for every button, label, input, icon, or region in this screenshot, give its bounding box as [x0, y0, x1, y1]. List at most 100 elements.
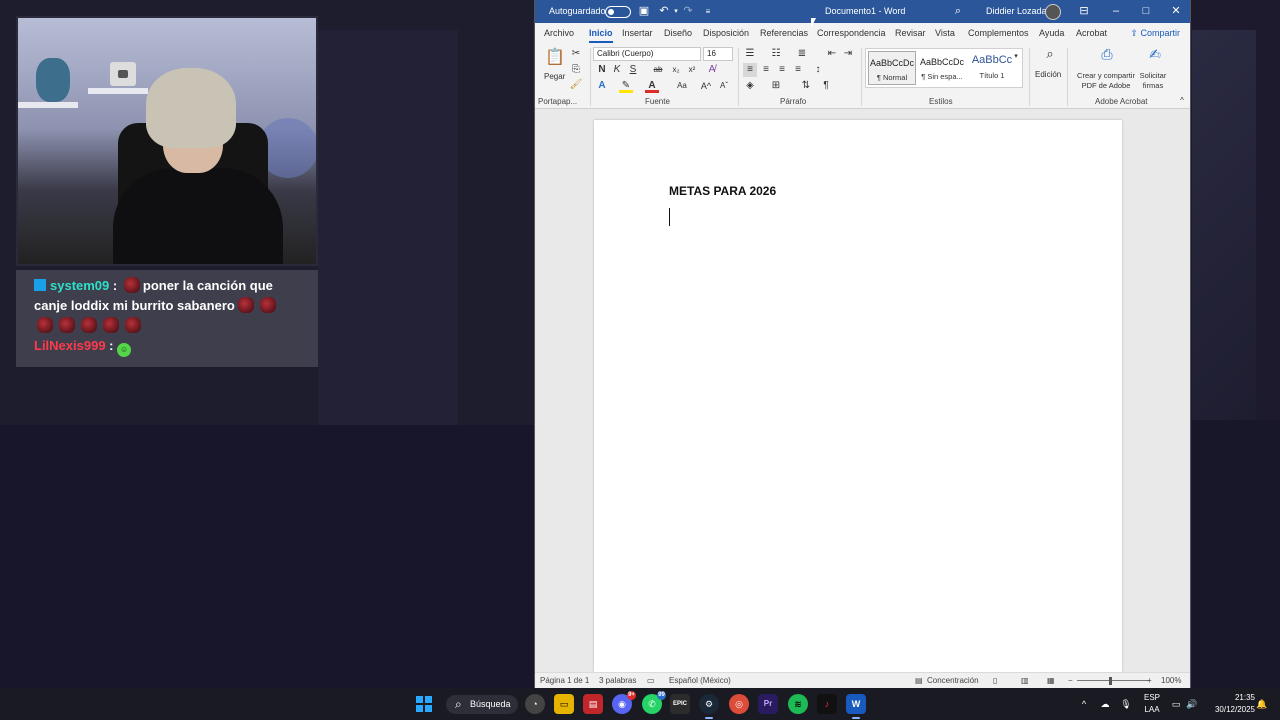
collapse-ribbon-icon[interactable]: ^	[1175, 94, 1189, 108]
focus-mode[interactable]: Concentración	[927, 673, 979, 689]
style-heading-1[interactable]: AaBbCc Título 1	[968, 51, 1016, 85]
document-heading[interactable]: METAS PARA 2026	[669, 184, 776, 198]
user-name[interactable]: Diddier Lozada	[986, 0, 1047, 23]
borders-icon[interactable]: ⊞	[769, 79, 783, 93]
minimize-icon[interactable]: –	[1107, 0, 1125, 23]
proofing-icon[interactable]: ▭	[647, 673, 655, 689]
align-left-icon[interactable]: ≡	[743, 63, 757, 77]
tiktok-icon[interactable]: ♪	[817, 694, 837, 714]
grow-font-icon[interactable]: A^	[699, 79, 713, 93]
find-icon[interactable]: ⌕	[1040, 47, 1060, 65]
shading-icon[interactable]: ◈	[743, 79, 757, 93]
volume-icon[interactable]: 🔊	[1186, 688, 1198, 720]
zoom-level[interactable]: 100%	[1161, 673, 1181, 689]
tab-correspondencia[interactable]: Correspondencia	[817, 23, 886, 44]
style-no-spacing[interactable]: AaBbCcDc ¶ Sin espa...	[918, 51, 966, 85]
bullets-icon[interactable]: ☰	[743, 47, 757, 61]
align-center-icon[interactable]: ≡	[759, 63, 773, 77]
premiere-icon[interactable]: Pr	[758, 694, 778, 714]
chrome-icon[interactable]: ◎	[729, 694, 749, 714]
ribbon-display-icon[interactable]: ⊟	[1075, 0, 1093, 23]
cut-icon[interactable]: ✂	[569, 47, 583, 61]
styles-more-icon[interactable]: ▾	[1011, 50, 1021, 64]
maximize-icon[interactable]: □	[1137, 0, 1155, 23]
increase-indent-icon[interactable]: ⇥	[841, 47, 855, 61]
tab-acrobat[interactable]: Acrobat	[1076, 23, 1107, 44]
text-effects-icon[interactable]: A	[595, 79, 609, 93]
underline-button[interactable]: S	[626, 63, 640, 77]
epic-games-icon[interactable]: EPIC	[670, 694, 690, 714]
close-icon[interactable]: ✕	[1167, 0, 1185, 23]
show-marks-icon[interactable]: ¶	[819, 79, 833, 93]
document-area[interactable]: METAS PARA 2026	[535, 110, 1190, 672]
autosave-toggle[interactable]	[605, 6, 631, 18]
user-avatar[interactable]	[1045, 4, 1061, 20]
zoom-slider-thumb[interactable]	[1109, 677, 1112, 685]
input-language[interactable]: ESP LAA	[1140, 692, 1164, 716]
chevron-up-icon[interactable]: ^	[1078, 688, 1090, 720]
tab-inicio[interactable]: Inicio	[589, 23, 613, 44]
search-icon[interactable]: ⌕	[949, 0, 967, 23]
share-button[interactable]: ⇪ Compartir	[1130, 26, 1180, 41]
microphone-icon[interactable]: 🎙	[1120, 688, 1132, 720]
create-pdf-label[interactable]: Crear y compartir PDF de Adobe	[1073, 71, 1139, 91]
tab-ayuda[interactable]: Ayuda	[1039, 23, 1064, 44]
font-size-select[interactable]: 16	[703, 47, 733, 61]
tab-complementos[interactable]: Complementos	[968, 23, 1029, 44]
focus-icon[interactable]: ▤	[915, 673, 923, 689]
bold-button[interactable]: N	[595, 63, 609, 77]
system-clock[interactable]: 21:35 30/12/2025	[1205, 692, 1255, 716]
customize-toolbar-icon[interactable]: ≡	[699, 0, 717, 23]
strikethrough-button[interactable]: ab	[651, 63, 665, 77]
copy-icon[interactable]: ⎘	[569, 63, 583, 77]
style-normal[interactable]: AaBbCcDc ¶ Normal	[868, 51, 916, 85]
change-case-icon[interactable]: Aa	[673, 79, 691, 93]
app-icon-red[interactable]: ▤	[583, 694, 603, 714]
language-indicator[interactable]: Español (México)	[669, 673, 731, 689]
align-right-icon[interactable]: ≡	[775, 63, 789, 77]
superscript-button[interactable]: x²	[685, 63, 699, 77]
steam-icon[interactable]: ⚙	[699, 694, 719, 714]
tab-disposicion[interactable]: Disposición	[703, 23, 749, 44]
tab-vista[interactable]: Vista	[935, 23, 955, 44]
paste-icon[interactable]: 📋	[545, 48, 565, 68]
start-button-icon[interactable]	[416, 696, 432, 712]
file-explorer-icon[interactable]: ▭	[554, 694, 574, 714]
widget-icon[interactable]: ◔	[525, 694, 545, 714]
spotify-icon[interactable]: ≋	[788, 694, 808, 714]
tab-archivo[interactable]: Archivo	[544, 23, 574, 44]
notification-bell-icon[interactable]: 🔔	[1256, 688, 1268, 720]
paste-label[interactable]: Pegar	[544, 72, 565, 81]
read-mode-icon[interactable]: ▯	[993, 673, 997, 689]
print-layout-icon[interactable]: ▥	[1021, 673, 1029, 689]
multilevel-list-icon[interactable]: ≣	[795, 47, 809, 61]
request-sign-icon[interactable]: ✍	[1145, 47, 1165, 67]
save-icon[interactable]: ▣	[635, 0, 653, 23]
network-icon[interactable]: ▭	[1170, 688, 1182, 720]
zoom-out-icon[interactable]: −	[1068, 673, 1073, 689]
subscript-button[interactable]: x₂	[669, 63, 683, 77]
page-count[interactable]: Página 1 de 1	[540, 673, 589, 689]
font-color-icon[interactable]: A	[645, 79, 659, 93]
word-icon[interactable]: W	[846, 694, 866, 714]
taskbar-search[interactable]: Búsqueda	[446, 695, 518, 714]
editing-label[interactable]: Edición	[1035, 70, 1061, 79]
onedrive-icon[interactable]: ☁	[1098, 688, 1112, 720]
numbering-icon[interactable]: ☷	[769, 47, 783, 61]
discord-icon[interactable]: ◉ 9+	[612, 691, 636, 714]
request-sign-label[interactable]: Solicitar firmas	[1135, 71, 1171, 91]
zoom-in-icon[interactable]: +	[1147, 673, 1152, 689]
document-page[interactable]: METAS PARA 2026	[594, 120, 1122, 672]
create-pdf-icon[interactable]: ⎙	[1097, 47, 1117, 67]
web-layout-icon[interactable]: ▦	[1047, 673, 1055, 689]
line-spacing-icon[interactable]: ↕	[811, 63, 825, 77]
word-count[interactable]: 3 palabras	[599, 673, 636, 689]
tab-referencias[interactable]: Referencias	[760, 23, 808, 44]
tab-insertar[interactable]: Insertar	[622, 23, 653, 44]
format-painter-icon[interactable]: 🖌	[569, 78, 583, 92]
clear-format-icon[interactable]: A̸	[705, 63, 719, 77]
sort-icon[interactable]: ⇅	[799, 79, 813, 93]
font-name-select[interactable]: Calibri (Cuerpo)	[593, 47, 701, 61]
highlight-icon[interactable]: ✎	[619, 79, 633, 93]
justify-icon[interactable]: ≡	[791, 63, 805, 77]
